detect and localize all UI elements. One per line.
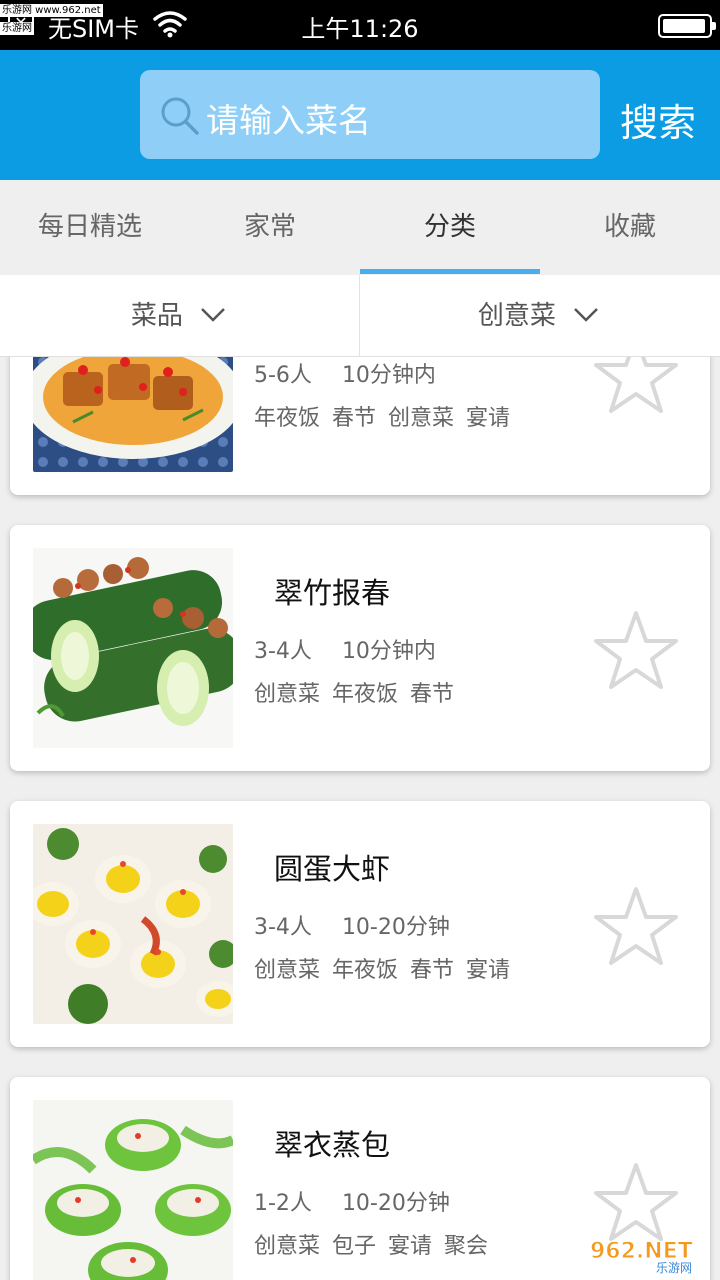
search-button[interactable]: 搜索: [620, 92, 696, 147]
clock: 上午11:26: [301, 15, 419, 43]
dish-photo: [33, 357, 233, 472]
chevron-down-icon: [201, 307, 226, 322]
tag: 宴请: [388, 1234, 433, 1259]
cook-time-label: 10分钟内: [341, 363, 436, 388]
tab-daily-picks[interactable]: 每日精选: [0, 180, 180, 275]
dish-photo: [33, 1100, 233, 1280]
tag: 年夜饭: [254, 406, 321, 431]
tag: 创意菜: [388, 406, 455, 431]
tag: 年夜饭: [332, 682, 399, 707]
tag: 宴请: [466, 406, 511, 431]
dish-tags: 创意菜 包子 宴请 聚会: [254, 1228, 500, 1260]
dish-title: 翠衣蒸包: [274, 1128, 391, 1162]
creative-dish-filter[interactable]: 创意菜: [360, 275, 718, 357]
cook-time-label: 10-20分钟: [341, 1191, 450, 1216]
favorite-star-icon[interactable]: [593, 1161, 679, 1243]
favorite-star-icon[interactable]: [593, 885, 679, 967]
dish-meta: 1-2人 10-20分钟: [254, 1185, 480, 1217]
tab-favorites[interactable]: 收藏: [540, 180, 720, 275]
active-tab-indicator: [360, 269, 540, 274]
tag: 年夜饭: [332, 958, 399, 983]
dish-card[interactable]: 圆蛋大虾 3-4人 10-20分钟 创意菜 年夜饭 春节 宴请: [10, 801, 710, 1047]
tag: 聚会: [444, 1234, 489, 1259]
dish-card[interactable]: 5-6人 10分钟内 年夜饭 春节 创意菜 宴请: [10, 357, 710, 495]
tag: 宴请: [466, 958, 511, 983]
dish-meta: 3-4人 10-20分钟: [254, 909, 480, 941]
dish-photo: [33, 548, 233, 748]
site-watermark-logo: 962.NET 乐游网: [590, 1239, 694, 1275]
dish-title: 翠竹报春: [274, 576, 391, 610]
dish-title: 圆蛋大虾: [274, 852, 391, 886]
battery-icon: [658, 14, 716, 38]
dish-type-filter-label: 菜品: [130, 301, 183, 331]
category-tabs: 每日精选 家常 分类 收藏: [0, 180, 720, 275]
creative-dish-filter-label: 创意菜: [477, 301, 556, 331]
tag: 春节: [410, 958, 455, 983]
dish-tags: 创意菜 年夜饭 春节 宴请: [254, 952, 522, 984]
app-screen: ✕ 乐游网 www.962.net 乐游网 无SIM卡 上午11:26 请输入菜…: [0, 0, 720, 1280]
cook-time-label: 10分钟内: [341, 639, 436, 664]
tag: 创意菜: [254, 682, 321, 707]
chevron-down-icon: [574, 307, 599, 322]
tag: 春节: [332, 406, 377, 431]
favorite-star-icon[interactable]: [593, 609, 679, 691]
dish-meta: 3-4人 10分钟内: [254, 633, 466, 665]
cook-time-label: 10-20分钟: [341, 915, 450, 940]
servings-label: 1-2人: [254, 1191, 312, 1216]
dish-card[interactable]: 翠竹报春 3-4人 10分钟内 创意菜 年夜饭 春节: [10, 525, 710, 771]
dish-tags: 年夜饭 春节 创意菜 宴请: [254, 400, 522, 432]
dish-photo: [33, 824, 233, 1024]
filter-bar: 菜品 创意菜: [0, 275, 720, 357]
favorite-star-icon[interactable]: [593, 357, 679, 415]
search-header: 请输入菜名 搜索: [0, 50, 720, 180]
tag: 包子: [332, 1234, 377, 1259]
search-icon: [161, 97, 199, 135]
dish-list[interactable]: 5-6人 10分钟内 年夜饭 春节 创意菜 宴请 翠竹报春 3-4人 10分钟内…: [0, 357, 720, 1280]
status-bar: ✕ 乐游网 www.962.net 乐游网 无SIM卡 上午11:26: [0, 0, 720, 50]
search-input[interactable]: 请输入菜名: [140, 70, 600, 159]
servings-label: 5-6人: [254, 363, 312, 388]
dish-tags: 创意菜 年夜饭 春节: [254, 676, 466, 708]
watermark-sub: 乐游网: [656, 1261, 692, 1274]
dish-type-filter[interactable]: 菜品: [0, 275, 358, 357]
servings-label: 3-4人: [254, 639, 312, 664]
tag: 创意菜: [254, 1234, 321, 1259]
dish-meta: 5-6人 10分钟内: [254, 357, 466, 389]
search-placeholder: 请输入菜名: [206, 101, 371, 140]
tab-categories[interactable]: 分类: [360, 180, 540, 275]
servings-label: 3-4人: [254, 915, 312, 940]
tag: 春节: [410, 682, 455, 707]
tab-home-cooking[interactable]: 家常: [180, 180, 360, 275]
tag: 创意菜: [254, 958, 321, 983]
